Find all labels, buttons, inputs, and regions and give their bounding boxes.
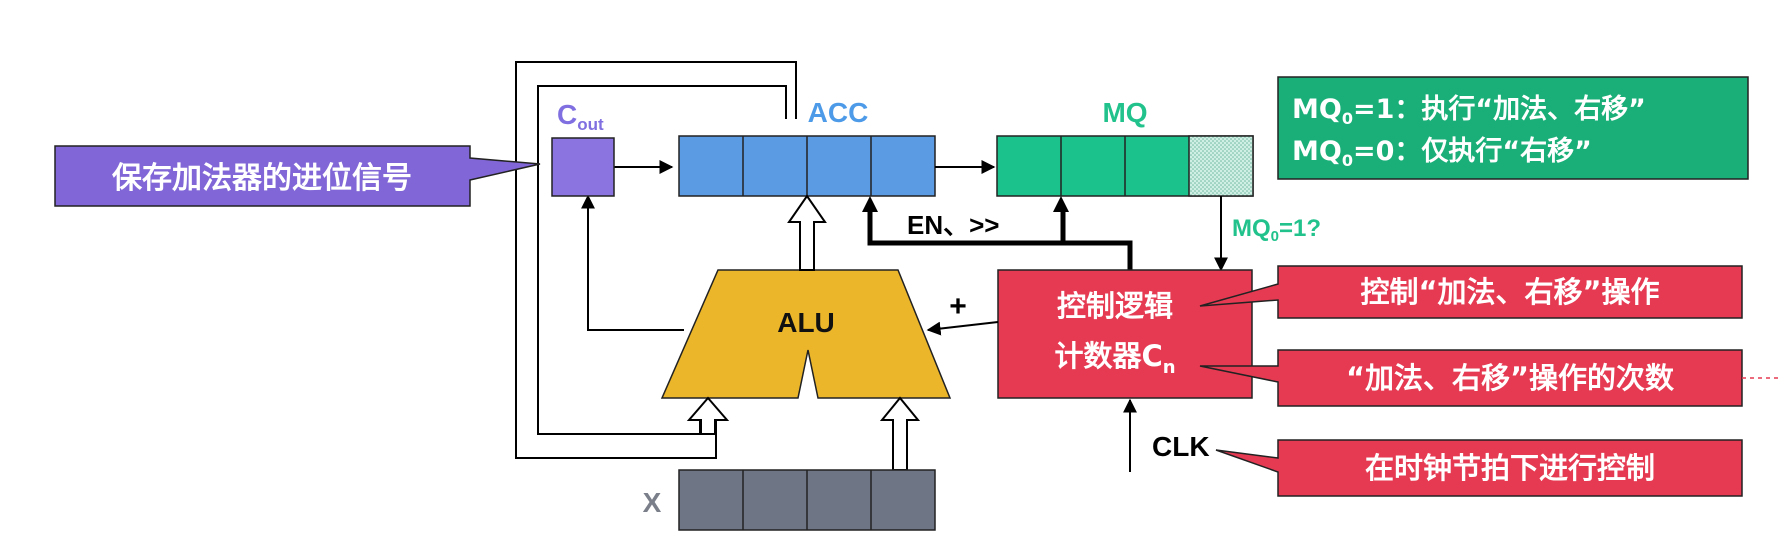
mq0-check-label: MQ0=1? <box>1232 215 1321 245</box>
x-register <box>678 469 936 531</box>
carry-callout-text: 保存加法器的进位信号 <box>112 161 412 196</box>
mq-register <box>996 135 1254 197</box>
alu-label: ALU <box>777 307 835 338</box>
mq-label: MQ <box>1102 97 1147 128</box>
acc-to-alu-arrow <box>686 396 730 435</box>
mq0-bit <box>1188 135 1254 197</box>
cout-register <box>551 137 615 197</box>
control-op-callout-text: 控制“加法、右移”操作 <box>1360 275 1659 309</box>
acc-register <box>678 135 936 197</box>
x-label: X <box>643 487 662 518</box>
en-shift-label: EN、>> <box>907 210 1000 240</box>
alu-to-acc-arrow <box>787 194 827 271</box>
counter-label: 计数器Cn <box>1054 339 1175 378</box>
clk-label: CLK <box>1152 431 1210 462</box>
mq-rule2-text: MQ0=0：仅执行“右移” <box>1292 135 1592 170</box>
plus-label: + <box>949 290 967 323</box>
control-to-alu-arrow <box>926 321 999 336</box>
cout-label: Cout <box>557 99 604 134</box>
count-callout-text: “加法、右移”操作的次数 <box>1346 361 1675 395</box>
control-logic-label: 控制逻辑 <box>1057 289 1173 323</box>
diagram-canvas: Cout ACC MQ MQ0=1? EN、>> ALU X 控制逻辑 计数器C… <box>0 0 1778 549</box>
x-to-alu-arrow <box>879 396 921 471</box>
multiplier-diagram: Cout ACC MQ MQ0=1? EN、>> ALU X 控制逻辑 计数器C… <box>54 61 1778 531</box>
acc-label: ACC <box>808 97 869 128</box>
clock-callout-text: 在时钟节拍下进行控制 <box>1365 451 1655 485</box>
